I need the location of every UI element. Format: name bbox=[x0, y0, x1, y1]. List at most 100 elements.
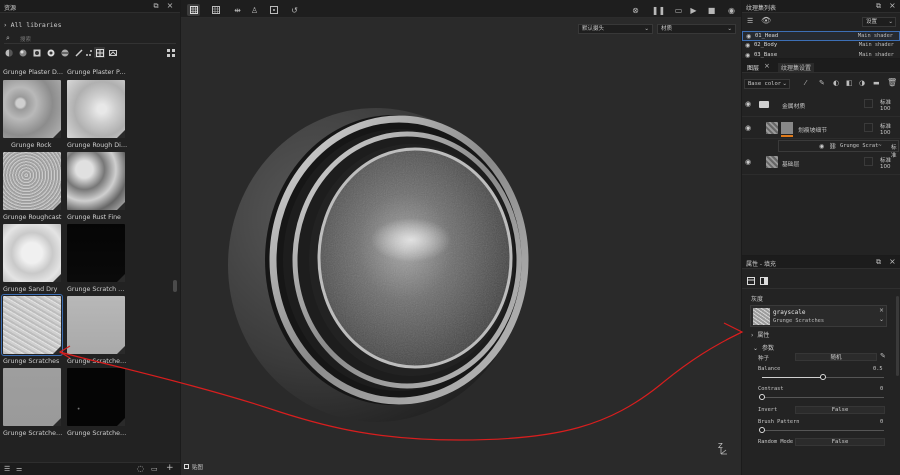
brush-pattern-knob[interactable] bbox=[759, 427, 765, 433]
resource-slot[interactable]: grayscale Grunge Scratches × ⌄ bbox=[750, 305, 887, 327]
parameters-expander[interactable]: ⌄ 参数 bbox=[753, 343, 774, 352]
filter-list-icon[interactable]: ⚌ bbox=[16, 465, 22, 473]
breadcrumb[interactable]: › All libraries bbox=[4, 21, 61, 29]
fill-tab-icon[interactable] bbox=[746, 276, 755, 285]
random-mode-dropdown[interactable]: False bbox=[795, 438, 885, 446]
mask-row[interactable]: ◉⛓Grunge Scrat~标准100× bbox=[778, 140, 899, 159]
mask-tab-icon[interactable] bbox=[759, 276, 768, 285]
asset-thumbnail[interactable] bbox=[3, 224, 61, 282]
add-icon[interactable]: + bbox=[166, 463, 174, 473]
layer-blend[interactable]: 标准 bbox=[880, 122, 891, 130]
eye-icon[interactable]: ◉ bbox=[745, 100, 751, 108]
add-generator-icon[interactable]: ◑ bbox=[859, 79, 865, 87]
eye-icon[interactable]: ◉ bbox=[819, 143, 824, 150]
add-folder-icon[interactable]: ▬ bbox=[873, 79, 880, 87]
asset-scrollbar[interactable] bbox=[173, 280, 177, 292]
close-tab-icon[interactable]: × bbox=[764, 62, 770, 70]
grid-view-icon[interactable] bbox=[166, 48, 175, 57]
seed-random-button[interactable]: 随机 bbox=[795, 353, 877, 361]
asset-thumbnail[interactable] bbox=[3, 368, 61, 426]
smart-mask-filter-icon[interactable] bbox=[32, 48, 41, 57]
video-icon[interactable]: ■ bbox=[705, 4, 718, 16]
balance-slider[interactable] bbox=[762, 374, 884, 382]
list-icon[interactable]: ☰ bbox=[747, 17, 753, 25]
smart-material-filter-icon[interactable] bbox=[18, 48, 27, 57]
mask-thumbnail[interactable] bbox=[781, 122, 793, 134]
close-icon[interactable]: × bbox=[889, 257, 896, 266]
layer-row[interactable]: ◉ 金属材质 标准 100 bbox=[742, 95, 900, 117]
pause-icon[interactable]: ❚❚ bbox=[652, 4, 665, 16]
asset-thumbnail[interactable] bbox=[67, 224, 125, 282]
layer-options-box[interactable] bbox=[864, 157, 873, 166]
settings-select[interactable]: 设置 ⌄ bbox=[862, 17, 896, 27]
environment-filter-icon[interactable] bbox=[108, 48, 117, 57]
layer-blend[interactable]: 标准 bbox=[880, 98, 891, 106]
close-icon[interactable]: × bbox=[889, 1, 896, 10]
asset-thumbnail[interactable] bbox=[67, 80, 125, 138]
attributes-expander[interactable]: › 属性 bbox=[751, 330, 769, 339]
add-fill-layer-icon[interactable]: ◐ bbox=[833, 79, 839, 87]
frame-icon[interactable] bbox=[267, 4, 280, 16]
folder-icon[interactable]: ▭ bbox=[151, 465, 158, 473]
search-input[interactable]: 搜索 bbox=[20, 35, 31, 43]
material-filter-icon[interactable] bbox=[4, 48, 13, 57]
eye-icon[interactable]: ◉ bbox=[745, 124, 751, 132]
add-effect-icon[interactable]: ⁄ bbox=[805, 79, 806, 87]
particle-filter-icon[interactable] bbox=[84, 48, 93, 57]
contrast-value[interactable]: 0 bbox=[880, 386, 883, 392]
pencil-icon[interactable]: ✎ bbox=[880, 352, 886, 360]
uv-grid-icon[interactable] bbox=[209, 4, 222, 16]
history-icon[interactable]: ↺ bbox=[288, 4, 301, 16]
clear-resource-icon[interactable]: × bbox=[879, 307, 884, 314]
asset-thumbnail[interactable] bbox=[67, 368, 125, 426]
viewport[interactable]: ⇹ ♙ ↺ ⊗ ❚❚ ▭ ▶ ■ ◉ 默认摄头 ⌄ 材质 ⌄ 贴图 Z bbox=[181, 0, 741, 475]
camera-settings-icon[interactable]: ▶ bbox=[687, 4, 700, 16]
brush-pattern-slider[interactable] bbox=[759, 427, 884, 435]
eye-icon[interactable]: ◉ bbox=[746, 33, 751, 40]
layer-row[interactable]: ◉ 基础层 标准 100 bbox=[742, 153, 900, 175]
invert-dropdown[interactable]: False bbox=[795, 406, 885, 414]
asset-thumbnail[interactable] bbox=[67, 296, 125, 354]
filter-filter-icon[interactable] bbox=[46, 48, 55, 57]
sync-icon[interactable]: ◌ bbox=[137, 464, 144, 473]
balance-knob[interactable] bbox=[820, 374, 826, 380]
add-mask-icon[interactable]: ◧ bbox=[846, 79, 853, 87]
layer-opacity[interactable]: 100 bbox=[880, 106, 891, 112]
asset-thumbnail[interactable] bbox=[3, 152, 61, 210]
eye-icon[interactable]: ◉ bbox=[745, 158, 751, 166]
properties-scrollbar[interactable] bbox=[896, 296, 899, 376]
texture-set-row[interactable]: ◉ 02_Body Main shader bbox=[742, 41, 900, 51]
layer-row[interactable]: ◉ 划痕坡细节 标准 100 bbox=[742, 119, 900, 139]
eye-icon[interactable]: 👁 bbox=[761, 16, 771, 25]
close-icon[interactable]: × bbox=[166, 1, 174, 10]
undock-icon[interactable]: ⧉ bbox=[876, 258, 881, 267]
mode-select[interactable]: 材质 ⌄ bbox=[657, 24, 736, 34]
viewport-label[interactable]: 贴图 bbox=[184, 462, 203, 471]
single-view-icon[interactable] bbox=[187, 4, 200, 16]
add-paint-layer-icon[interactable]: ✎ bbox=[819, 79, 825, 87]
layer-options-box[interactable] bbox=[864, 99, 873, 108]
3d-model[interactable] bbox=[221, 100, 541, 430]
undock-icon[interactable]: ⧉ bbox=[152, 2, 160, 10]
brush-pattern-value[interactable]: 0 bbox=[880, 419, 883, 425]
texture-filter-icon[interactable] bbox=[94, 47, 105, 58]
layer-opacity[interactable]: 100 bbox=[880, 130, 891, 136]
asset-thumbnail[interactable] bbox=[1, 294, 63, 356]
layer-options-box[interactable] bbox=[864, 123, 873, 132]
channel-select[interactable]: Base color ⌄ bbox=[744, 79, 790, 89]
tab-texture-set-settings[interactable]: 纹理集设置 bbox=[778, 63, 815, 72]
contrast-slider[interactable] bbox=[759, 394, 884, 402]
eye-icon[interactable]: ◉ bbox=[745, 42, 750, 49]
perspective-icon[interactable]: ⊗ bbox=[629, 4, 642, 16]
contrast-knob[interactable] bbox=[759, 394, 765, 400]
layer-opacity[interactable]: 100 bbox=[880, 164, 891, 170]
texture-set-row[interactable]: ◉ 03_Base Main shader bbox=[742, 51, 900, 58]
split-view-icon[interactable]: ⇹ bbox=[231, 4, 244, 16]
generator-filter-icon[interactable] bbox=[60, 48, 69, 57]
balance-value[interactable]: 0.5 bbox=[873, 366, 883, 372]
list-view-icon[interactable]: ☰ bbox=[4, 465, 10, 473]
chevron-down-icon[interactable]: ⌄ bbox=[879, 316, 884, 323]
camera-select[interactable]: 默认摄头 ⌄ bbox=[578, 24, 653, 34]
search-row[interactable]: ⌕ 搜索 bbox=[4, 33, 176, 44]
tab-layers[interactable]: 图层 bbox=[747, 63, 759, 72]
